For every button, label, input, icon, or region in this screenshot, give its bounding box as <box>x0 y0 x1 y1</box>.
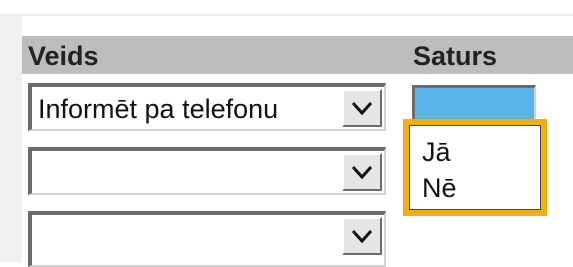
column-header-veids: Veids <box>28 41 99 71</box>
veids-select[interactable] <box>28 147 386 195</box>
select-dropdown-button[interactable] <box>342 153 382 191</box>
chevron-down-icon <box>351 165 373 180</box>
column-header-saturs: Saturs <box>413 41 498 71</box>
saturs-select[interactable] <box>412 85 536 123</box>
select-dropdown-button[interactable] <box>342 217 382 255</box>
select-dropdown-button[interactable] <box>342 89 382 127</box>
left-strip <box>0 16 22 262</box>
veids-select[interactable]: Informēt pa telefonu <box>28 83 386 131</box>
top-divider <box>0 14 573 16</box>
table-header: Veids Saturs <box>22 36 573 74</box>
chevron-down-icon <box>351 101 373 116</box>
chevron-down-icon <box>351 229 373 244</box>
dropdown-option-ne[interactable]: Nē <box>422 172 457 204</box>
veids-select-value: Informēt pa telefonu <box>38 94 279 124</box>
saturs-dropdown-menu: Jā Nē <box>403 119 547 216</box>
dropdown-option-ja[interactable]: Jā <box>422 136 451 168</box>
veids-select[interactable] <box>28 211 386 267</box>
dropdown-list: Jā Nē <box>409 125 541 210</box>
